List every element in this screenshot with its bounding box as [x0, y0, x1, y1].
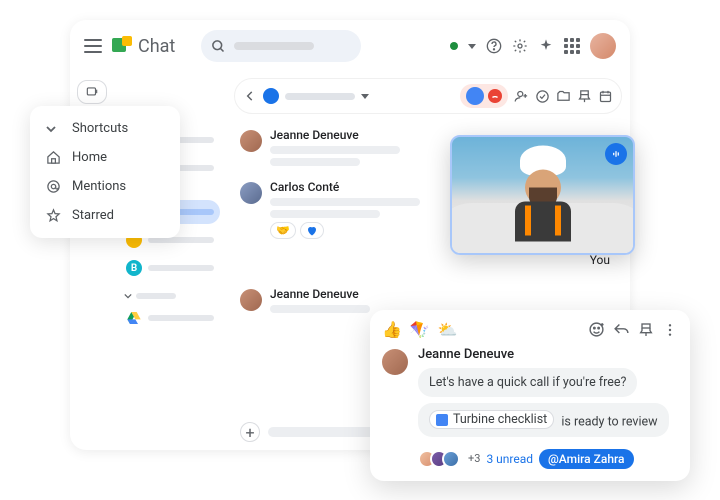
pin-icon[interactable] [638, 322, 654, 338]
add-attachment-button[interactable]: + [240, 422, 260, 442]
doc-chip[interactable]: Turbine checklist [429, 410, 554, 429]
sparkle-icon[interactable] [538, 38, 554, 54]
apps-grid-icon[interactable] [564, 38, 580, 54]
chevron-down-icon [46, 124, 62, 134]
extra-participants[interactable]: +3 [468, 452, 480, 465]
participant-stack[interactable] [418, 450, 460, 468]
docs-icon [436, 414, 448, 426]
reaction-thumbsup[interactable]: 👍 [382, 320, 402, 339]
reaction-heart[interactable] [300, 222, 324, 239]
search-icon [211, 39, 226, 54]
message-bubble: Let's have a quick call if you're free? [418, 368, 637, 397]
home-icon [46, 150, 62, 165]
active-call-chip[interactable] [460, 84, 508, 108]
sender-avatar[interactable] [240, 130, 262, 152]
video-call-pip[interactable] [450, 135, 635, 255]
more-icon[interactable] [662, 322, 678, 338]
emoji-picker-icon[interactable] [588, 321, 605, 338]
caller-avatar [466, 87, 484, 105]
new-chat-button[interactable] [77, 80, 107, 104]
reaction-kite[interactable]: 🪁 [410, 320, 430, 339]
mention-chip[interactable]: @Amira Zahra [539, 449, 633, 469]
sender-avatar[interactable] [382, 349, 408, 375]
sender-name: Jeanne Deneuve [418, 347, 678, 362]
drive-icon [126, 310, 142, 326]
shortcut-starred[interactable]: Starred [38, 201, 172, 230]
shortcut-home[interactable]: Home [38, 143, 172, 172]
section-toggle[interactable] [120, 290, 220, 302]
thread-preview-card: 👍 🪁 ⛅ Jeanne Deneuve Let's have a quick … [370, 310, 690, 481]
reaction-toolbar: 👍 🪁 ⛅ [382, 320, 678, 339]
at-icon [46, 179, 62, 194]
menu-icon[interactable] [84, 39, 102, 53]
sender-avatar[interactable] [240, 182, 262, 204]
pin-icon[interactable] [577, 89, 592, 104]
shortcuts-popover: Shortcuts Home Mentions Starred [30, 106, 180, 238]
shortcut-mentions[interactable]: Mentions [38, 172, 172, 201]
member-add-icon[interactable] [514, 89, 529, 104]
space-dropdown[interactable] [361, 94, 369, 99]
status-dropdown[interactable] [468, 44, 476, 49]
search-input[interactable] [201, 30, 361, 62]
mic-active-icon[interactable] [605, 143, 627, 165]
reply-icon[interactable] [613, 321, 630, 338]
shortcuts-header[interactable]: Shortcuts [38, 114, 172, 143]
space-item[interactable]: B [120, 256, 220, 280]
message-bubble: Turbine checklist is ready to review [418, 403, 669, 437]
app-logo: Chat [112, 36, 175, 57]
help-icon[interactable] [486, 38, 502, 54]
star-icon [46, 208, 62, 223]
files-icon[interactable] [556, 89, 571, 104]
app-header: Chat [70, 20, 630, 72]
hangup-icon[interactable] [488, 89, 502, 103]
globe-icon [263, 88, 279, 104]
conversation-header [234, 78, 622, 114]
app-item-drive[interactable] [120, 306, 220, 330]
reaction-sun[interactable]: ⛅ [438, 320, 458, 339]
space-name[interactable] [285, 93, 355, 100]
reaction-handshake[interactable]: 🤝 [270, 222, 296, 239]
app-title: Chat [138, 36, 175, 57]
thread-footer: +3 3 unread @Amira Zahra [418, 449, 678, 469]
back-arrow-icon[interactable] [243, 89, 257, 103]
chat-logo-icon [112, 36, 132, 56]
sender-avatar[interactable] [240, 289, 262, 311]
unread-link[interactable]: 3 unread [486, 452, 533, 466]
sender-name: Jeanne Deneuve [270, 287, 616, 301]
you-label: You [590, 253, 610, 267]
account-avatar[interactable] [590, 33, 616, 59]
tasks-icon[interactable] [535, 89, 550, 104]
calendar-icon[interactable] [598, 89, 613, 104]
settings-gear-icon[interactable] [512, 38, 528, 54]
presence-available-icon[interactable] [450, 42, 458, 50]
header-actions [450, 33, 616, 59]
